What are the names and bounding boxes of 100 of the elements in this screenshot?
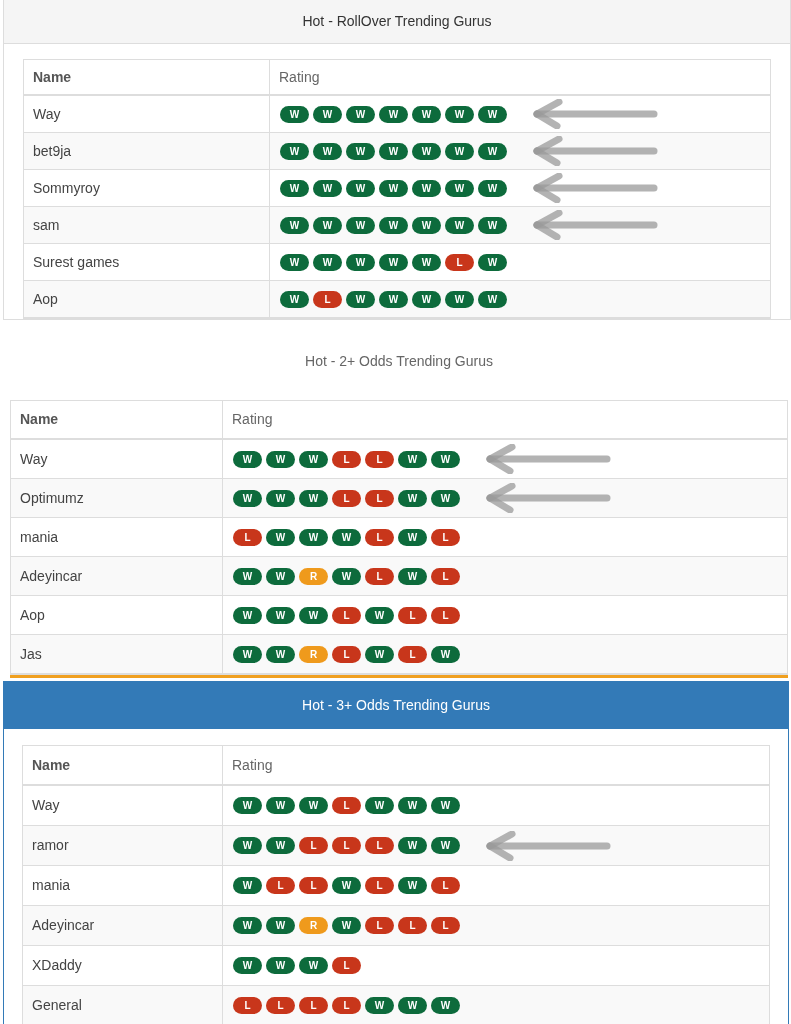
result-badge: W	[398, 567, 427, 585]
result-badge: L	[445, 253, 474, 271]
result-badge: W	[299, 957, 328, 974]
name-cell: General	[23, 986, 223, 1024]
panel-title: Hot - 3+ Odds Trending Gurus	[302, 696, 490, 715]
name-cell: Way	[24, 96, 270, 132]
result-badge: W	[431, 837, 460, 854]
result-badge: W	[313, 105, 342, 123]
result-badge: W	[398, 489, 427, 507]
result-badge: L	[332, 997, 361, 1014]
result-badge: W	[412, 216, 441, 234]
result-badge: W	[379, 105, 408, 123]
result-badge: L	[332, 957, 361, 974]
result-badge: W	[266, 645, 295, 663]
result-badge: W	[313, 253, 342, 271]
result-badge: L	[233, 997, 262, 1014]
result-badge: W	[478, 253, 507, 271]
name-cell: Jas	[11, 635, 223, 673]
result-badge: W	[266, 450, 295, 468]
result-badge: W	[332, 917, 361, 934]
result-badge: L	[365, 450, 394, 468]
result-badge: W	[431, 645, 460, 663]
result-badge: W	[313, 179, 342, 197]
result-badge: W	[233, 489, 262, 507]
result-badge: L	[365, 917, 394, 934]
result-badge: W	[412, 179, 441, 197]
result-badge: R	[299, 567, 328, 585]
result-badge: W	[332, 567, 361, 585]
result-badge: W	[299, 489, 328, 507]
result-badge: L	[431, 917, 460, 934]
result-badge: L	[398, 606, 427, 624]
result-badge: W	[299, 797, 328, 814]
result-badge: L	[431, 528, 460, 546]
result-badge: W	[313, 142, 342, 160]
result-badge: W	[431, 489, 460, 507]
result-badge: L	[431, 567, 460, 585]
result-badge: L	[431, 606, 460, 624]
column-header: Name	[11, 401, 223, 438]
result-badge: W	[398, 877, 427, 894]
result-badge: W	[431, 997, 460, 1014]
result-badge: W	[266, 917, 295, 934]
result-badge: W	[332, 528, 361, 546]
result-badge: W	[280, 105, 309, 123]
result-badge: W	[299, 450, 328, 468]
result-badge: L	[266, 997, 295, 1014]
result-badge: W	[233, 917, 262, 934]
column-header: Rating	[231, 410, 274, 429]
result-badge: W	[365, 797, 394, 814]
result-badge: W	[233, 797, 262, 814]
result-badge: W	[233, 877, 262, 894]
result-badge: R	[299, 917, 328, 934]
result-badge: W	[346, 142, 375, 160]
result-badge: W	[412, 290, 441, 308]
result-badge: W	[379, 142, 408, 160]
result-badge: L	[299, 997, 328, 1014]
result-badge: L	[332, 837, 361, 854]
result-badge: W	[266, 567, 295, 585]
result-badge: L	[332, 606, 361, 624]
result-badge: W	[445, 142, 474, 160]
result-badge: L	[332, 797, 361, 814]
result-badge: W	[412, 253, 441, 271]
result-badge: W	[431, 797, 460, 814]
result-badge: W	[379, 290, 408, 308]
result-badge: R	[299, 645, 328, 663]
result-badge: L	[299, 837, 328, 854]
result-badge: W	[346, 216, 375, 234]
result-badge: W	[280, 253, 309, 271]
result-badge: L	[365, 528, 394, 546]
column-header: Name	[24, 60, 270, 94]
result-badge: W	[445, 290, 474, 308]
result-badge: L	[365, 837, 394, 854]
result-badge: W	[266, 528, 295, 546]
name-cell: mania	[23, 866, 223, 905]
result-badge: W	[280, 216, 309, 234]
result-badge: W	[478, 290, 507, 308]
name-cell: Optimumz	[11, 479, 223, 517]
result-badge: W	[412, 105, 441, 123]
result-badge: W	[346, 290, 375, 308]
result-badge: L	[398, 645, 427, 663]
result-badge: L	[365, 567, 394, 585]
result-badge: W	[398, 997, 427, 1014]
result-badge: W	[478, 142, 507, 160]
result-badge: W	[398, 837, 427, 854]
result-badge: W	[346, 179, 375, 197]
result-badge: W	[398, 528, 427, 546]
result-badge: W	[379, 216, 408, 234]
name-cell: Aop	[11, 596, 223, 634]
column-header: Name	[23, 746, 223, 784]
result-badge: W	[365, 606, 394, 624]
result-badge: W	[233, 957, 262, 974]
result-badge: L	[365, 489, 394, 507]
result-badge: L	[431, 877, 460, 894]
result-badge: W	[365, 645, 394, 663]
result-badge: W	[266, 797, 295, 814]
name-cell: Aop	[24, 281, 270, 317]
result-badge: W	[398, 797, 427, 814]
result-badge: L	[313, 290, 342, 308]
column-header: Rating	[278, 67, 321, 87]
result-badge: W	[280, 142, 309, 160]
result-badge: W	[365, 997, 394, 1014]
